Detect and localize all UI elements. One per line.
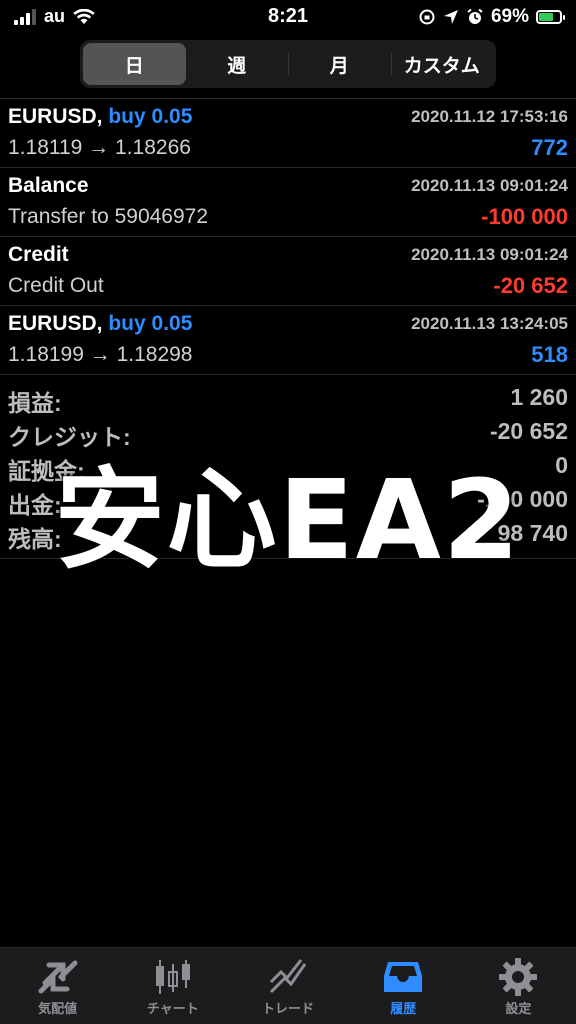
- segment-month[interactable]: 月: [288, 43, 391, 85]
- tab-label: チャート: [146, 1001, 199, 1016]
- summary-label: クレジット:: [8, 424, 131, 450]
- row-detail: Credit Out: [8, 274, 104, 297]
- summary-profit: 損益: 1 260: [0, 382, 576, 416]
- tab-label: 気配値: [38, 1001, 78, 1016]
- tab-label: トレード: [262, 1001, 315, 1016]
- watermark-overlay: 安心EA2: [54, 456, 522, 584]
- row-detail: 1.18119 → 1.18266: [8, 136, 191, 159]
- gear-icon: [498, 956, 538, 998]
- tab-label: 設定: [505, 1001, 532, 1016]
- row-side: buy 0.05: [108, 312, 193, 335]
- summary-credit: クレジット: -20 652: [0, 416, 576, 450]
- alarm-icon: [466, 8, 484, 26]
- tab-bar: 気配値 チャート トレード 履歴 設定: [0, 947, 576, 1024]
- screen-rotation-lock-icon: [418, 8, 436, 26]
- row-title: Balance: [8, 174, 89, 198]
- history-row[interactable]: EURUSD, buy 0.05 2020.11.12 17:53:16 1.1…: [0, 99, 576, 167]
- status-bar: au 8:21 69%: [0, 0, 576, 34]
- row-date: 2020.11.13 09:01:24: [411, 176, 568, 195]
- row-detail: 1.18199 → 1.18298: [8, 343, 193, 366]
- row-amount: -100 000: [481, 204, 568, 229]
- segment-week[interactable]: 週: [186, 43, 289, 85]
- divider: [0, 374, 576, 375]
- history-row[interactable]: Credit 2020.11.13 09:01:24 Credit Out -2…: [0, 237, 576, 305]
- battery-icon: [536, 10, 565, 24]
- tab-chart[interactable]: チャート: [115, 948, 230, 1024]
- tab-history[interactable]: 履歴: [346, 948, 461, 1024]
- summary-value: 1 260: [510, 384, 568, 410]
- row-detail: Transfer to 59046972: [8, 205, 209, 228]
- status-right: 69%: [418, 6, 565, 28]
- quotes-icon: [37, 956, 79, 998]
- tab-trade[interactable]: トレード: [230, 948, 345, 1024]
- period-segmented-control: 日 週 月 カスタム: [80, 40, 496, 88]
- summary-label: 損益:: [8, 390, 62, 416]
- history-row[interactable]: Balance 2020.11.13 09:01:24 Transfer to …: [0, 168, 576, 236]
- candlestick-chart-icon: [152, 956, 194, 998]
- row-title: EURUSD, buy 0.05: [8, 312, 192, 336]
- row-amount: 518: [531, 342, 568, 367]
- segment-day[interactable]: 日: [83, 43, 186, 85]
- row-title: Credit: [8, 243, 69, 267]
- location-arrow-icon: [443, 9, 459, 25]
- row-date: 2020.11.13 09:01:24: [411, 245, 568, 264]
- row-symbol: EURUSD,: [8, 105, 103, 128]
- row-amount: -20 652: [493, 273, 568, 298]
- tab-label: 履歴: [390, 1001, 417, 1016]
- row-amount: 772: [531, 135, 568, 160]
- battery-percent: 69%: [490, 6, 529, 27]
- segment-custom[interactable]: カスタム: [390, 43, 494, 85]
- row-title: EURUSD, buy 0.05: [8, 105, 192, 129]
- history-list: EURUSD, buy 0.05 2020.11.12 17:53:16 1.1…: [0, 98, 576, 375]
- tab-quotes[interactable]: 気配値: [0, 948, 115, 1024]
- tab-settings[interactable]: 設定: [461, 948, 576, 1024]
- row-date: 2020.11.12 17:53:16: [411, 107, 568, 126]
- trade-icon: [267, 956, 309, 998]
- row-symbol: EURUSD,: [8, 312, 103, 335]
- row-symbol: Balance: [8, 174, 89, 197]
- summary-value: -20 652: [489, 418, 568, 444]
- row-side: buy 0.05: [108, 105, 193, 128]
- history-row[interactable]: EURUSD, buy 0.05 2020.11.13 13:24:05 1.1…: [0, 306, 576, 374]
- screen: au 8:21 69% 日 週 月 カスタム EURUSD, buy 0.05 …: [0, 0, 576, 1024]
- row-symbol: Credit: [8, 243, 69, 266]
- history-inbox-icon: [382, 956, 424, 998]
- row-date: 2020.11.13 13:24:05: [411, 314, 568, 333]
